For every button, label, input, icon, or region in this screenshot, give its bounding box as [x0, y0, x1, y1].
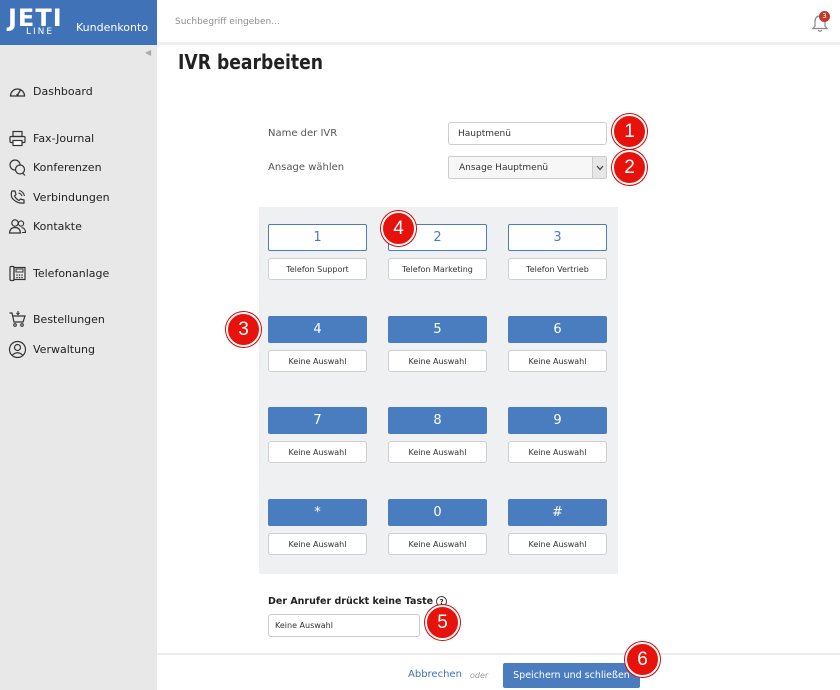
key-7-target[interactable]: Keine Auswahl: [268, 441, 367, 463]
cart-icon: [9, 310, 26, 327]
key-0-button[interactable]: 0: [388, 499, 487, 526]
sidebar-item-fax-journal[interactable]: Fax-Journal: [8, 128, 94, 148]
no-input-label: Der Anrufer drückt keine Taste ?: [268, 596, 448, 607]
key-hash-button[interactable]: #: [508, 499, 607, 526]
sidebar-item-label: Konferenzen: [33, 160, 102, 174]
key-3-button[interactable]: 3: [508, 224, 607, 251]
key-5-target[interactable]: Keine Auswahl: [388, 350, 487, 372]
key-6-button[interactable]: 6: [508, 316, 607, 343]
sidebar-item-label: Dashboard: [33, 84, 93, 98]
footer-bar: [157, 653, 840, 690]
save-and-close-button[interactable]: Speichern und schließen: [503, 663, 640, 688]
key-5-button[interactable]: 5: [388, 316, 487, 343]
key-1-button[interactable]: 1: [268, 224, 367, 251]
callout-1: 1: [612, 114, 647, 149]
key-6-target[interactable]: Keine Auswahl: [508, 350, 607, 372]
key-star-target[interactable]: Keine Auswahl: [268, 533, 367, 555]
key-7-button[interactable]: 7: [268, 407, 367, 434]
sidebar-item-label: Fax-Journal: [33, 131, 95, 145]
no-input-target[interactable]: Keine Auswahl: [268, 614, 420, 637]
collapse-sidebar-icon[interactable]: ◀: [145, 48, 151, 57]
user-admin-icon: [8, 340, 27, 358]
page-title: IVR bearbeiten: [178, 50, 324, 74]
sidebar-item-label: Kontakte: [33, 219, 82, 233]
sidebar-item-label: Bestellungen: [33, 312, 105, 326]
sidebar-item-telefonanlage[interactable]: Telefonanlage: [8, 263, 109, 283]
key-9-button[interactable]: 9: [508, 407, 607, 434]
printer-icon: [9, 130, 26, 146]
key-1-target[interactable]: Telefon Support: [268, 258, 367, 280]
sidebar-item-verwaltung[interactable]: Verwaltung: [8, 339, 95, 359]
no-input-label-text: Der Anrufer drückt keine Taste: [268, 596, 434, 607]
conference-icon: [9, 158, 26, 176]
phone-call-icon: [10, 189, 26, 204]
key-8-button[interactable]: 8: [388, 407, 487, 434]
announcement-label: Ansage wählen: [268, 162, 345, 173]
callout-4: 4: [381, 211, 416, 246]
key-4-button[interactable]: 4: [268, 316, 367, 343]
sidebar-item-kontakte[interactable]: Kontakte: [8, 216, 82, 236]
cancel-link[interactable]: Abbrechen: [408, 669, 462, 680]
announcement-select[interactable]: Ansage Hauptmenü: [448, 156, 607, 179]
brand-header[interactable]: JETI LINE Kundenkonto: [0, 0, 157, 45]
ivr-name-label: Name der IVR: [268, 128, 338, 139]
or-text: oder: [470, 671, 489, 680]
notification-badge: 3: [819, 11, 830, 22]
phone-system-icon: [9, 265, 26, 281]
sidebar-item-label: Verwaltung: [33, 342, 95, 356]
ivr-name-input[interactable]: [448, 122, 607, 145]
callout-3: 3: [226, 312, 261, 347]
speedometer-icon: [9, 87, 26, 97]
callout-6: 6: [625, 642, 660, 677]
key-8-target[interactable]: Keine Auswahl: [388, 441, 487, 463]
sidebar-item-verbindungen[interactable]: Verbindungen: [8, 187, 110, 207]
key-4-target[interactable]: Keine Auswahl: [268, 350, 367, 372]
key-0-target[interactable]: Keine Auswahl: [388, 533, 487, 555]
key-9-target[interactable]: Keine Auswahl: [508, 441, 607, 463]
key-3-target[interactable]: Telefon Vertrieb: [508, 258, 607, 280]
key-hash-target[interactable]: Keine Auswahl: [508, 533, 607, 555]
sidebar-item-dashboard[interactable]: Dashboard: [8, 81, 93, 101]
contacts-icon: [8, 218, 27, 234]
search-input[interactable]: [175, 14, 475, 30]
chevron-down-icon[interactable]: [592, 157, 606, 178]
sidebar-item-label: Telefonanlage: [33, 266, 110, 280]
callout-5: 5: [425, 605, 460, 640]
brand-label: Kundenkonto: [76, 21, 149, 34]
logo-sub: LINE: [26, 27, 55, 37]
key-star-button[interactable]: *: [268, 499, 367, 526]
announcement-selected-value: Ansage Hauptmenü: [459, 162, 549, 173]
sidebar-item-bestellungen[interactable]: Bestellungen: [8, 309, 105, 329]
callout-2: 2: [612, 150, 647, 185]
key-2-target[interactable]: Telefon Marketing: [388, 258, 487, 280]
top-bar: 3: [157, 0, 840, 45]
sidebar-item-konferenzen[interactable]: Konferenzen: [8, 157, 102, 177]
sidebar-item-label: Verbindungen: [33, 190, 110, 204]
